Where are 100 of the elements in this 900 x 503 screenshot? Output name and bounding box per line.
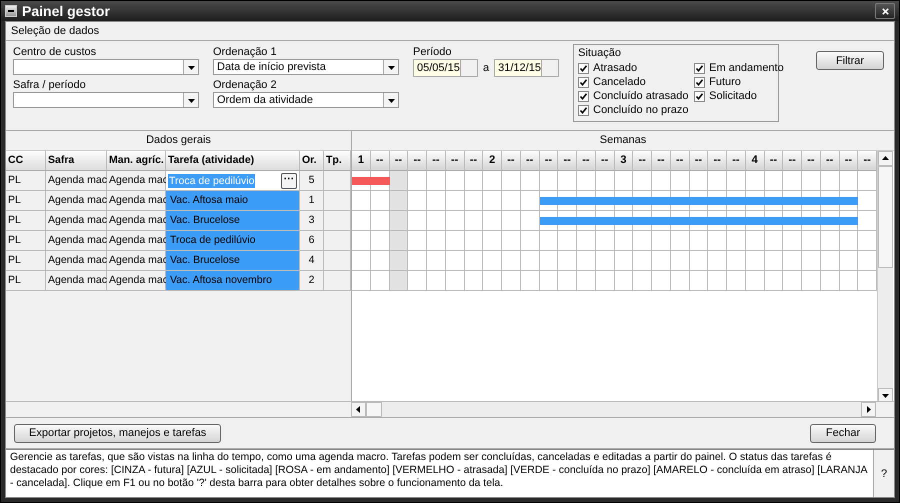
date-field[interactable]: 31/12/15 xyxy=(494,59,560,77)
table-cell: PL xyxy=(6,251,46,271)
table-cell: Agenda mac xyxy=(46,211,107,231)
table-cell: Agenda mac xyxy=(46,171,107,191)
column-header[interactable]: Tp. xyxy=(324,151,351,171)
checkbox[interactable] xyxy=(694,90,706,102)
table-cell xyxy=(324,251,351,271)
column-header[interactable]: -- xyxy=(820,151,840,171)
window-title: Painel gestor xyxy=(22,3,111,19)
column-header[interactable]: -- xyxy=(596,151,614,171)
column-header[interactable]: -- xyxy=(802,151,821,171)
scroll-up-icon xyxy=(882,155,889,162)
column-header[interactable]: -- xyxy=(670,151,690,171)
column-header[interactable]: CC xyxy=(6,151,46,171)
column-header[interactable]: -- xyxy=(708,151,727,171)
table-cell: Vac. Aftosa novembro xyxy=(166,271,300,291)
column-header[interactable]: -- xyxy=(427,151,446,171)
dropdown-field[interactable] xyxy=(13,59,199,75)
ellipsis-button[interactable]: ··· xyxy=(281,172,297,188)
scroll-right-icon xyxy=(865,406,872,413)
scroll-down-icon xyxy=(882,392,889,399)
field-label: Período xyxy=(413,45,453,58)
checkbox[interactable] xyxy=(578,76,590,88)
text-field[interactable]: Troca de pedilúvio ··· xyxy=(166,171,300,191)
caret-icon xyxy=(388,64,394,70)
date-field[interactable]: 05/05/15 xyxy=(413,59,478,77)
checkbox-label: Concluído atrasado xyxy=(593,90,689,102)
table-cell: 4 xyxy=(300,251,324,271)
panel-title: Situação xyxy=(578,47,622,61)
table-cell: Agenda mac xyxy=(46,271,107,291)
column-header[interactable]: 4 xyxy=(746,151,764,171)
column-header[interactable]: -- xyxy=(652,151,671,171)
column-header[interactable]: -- xyxy=(727,151,746,171)
table-cell xyxy=(324,191,351,211)
export-button[interactable]: Exportar projetos, manejos e tarefas xyxy=(14,424,222,442)
checkbox[interactable] xyxy=(578,90,590,102)
checkbox-label: Atrasado xyxy=(593,62,638,74)
table-cell: Vac. Brucelose xyxy=(166,251,300,271)
table-cell xyxy=(324,271,351,291)
column-header[interactable]: -- xyxy=(858,151,877,171)
column-header[interactable]: -- xyxy=(502,151,521,171)
column-header[interactable]: 3 xyxy=(614,151,634,171)
range-separator: a xyxy=(483,62,490,74)
table-cell: PL xyxy=(6,191,46,211)
column-header[interactable]: -- xyxy=(464,151,484,171)
column-header[interactable]: -- xyxy=(690,151,708,171)
close-icon[interactable] xyxy=(875,3,895,19)
column-header[interactable]: -- xyxy=(558,151,577,171)
column-header[interactable]: Or. xyxy=(300,151,324,171)
dropdown-field[interactable]: Ordem da atividade xyxy=(213,92,399,108)
column-header[interactable]: 2 xyxy=(483,151,502,171)
scrollbar-thumb[interactable] xyxy=(878,166,893,268)
table-cell: 2 xyxy=(300,271,324,291)
table-cell: PL xyxy=(6,271,46,291)
filter-button[interactable]: Filtrar xyxy=(816,51,884,70)
column-header[interactable]: -- xyxy=(633,151,652,171)
dropdown-field[interactable] xyxy=(13,92,199,108)
column-header[interactable]: -- xyxy=(840,151,858,171)
column-header[interactable]: -- xyxy=(540,151,558,171)
vertical-scrollbar[interactable] xyxy=(877,151,893,403)
table-cell xyxy=(324,231,351,251)
section-title: Seleção de dados xyxy=(11,25,100,37)
field-label: Ordenação 2 xyxy=(213,78,278,91)
column-header[interactable]: -- xyxy=(577,151,596,171)
table-cell: PL xyxy=(6,231,46,251)
minimize-icon[interactable] xyxy=(5,5,17,17)
column-header[interactable]: -- xyxy=(408,151,427,171)
table-cell: Vac. Brucelose xyxy=(166,211,300,231)
checkbox-label: Solicitado xyxy=(709,90,757,102)
field-label: Centro de custos xyxy=(13,45,98,58)
column-header[interactable]: 1 xyxy=(352,151,371,171)
table-cell: Troca de pedilúvio xyxy=(166,231,300,251)
table-cell: 5 xyxy=(300,171,324,191)
column-header[interactable]: Safra xyxy=(46,151,107,171)
checkbox[interactable] xyxy=(694,76,706,88)
field-label: Ordenação 1 xyxy=(213,45,278,58)
column-header[interactable]: Man. agríc. xyxy=(107,151,166,171)
caret-icon xyxy=(188,64,194,70)
checkbox[interactable] xyxy=(694,62,706,74)
dropdown-field[interactable]: Data de início prevista xyxy=(213,59,399,75)
checkbox[interactable] xyxy=(578,104,590,116)
column-header[interactable]: -- xyxy=(446,151,464,171)
checkbox[interactable] xyxy=(578,62,590,74)
column-header[interactable]: -- xyxy=(370,151,390,171)
column-group-header: Semanas xyxy=(352,131,894,151)
column-header[interactable]: -- xyxy=(764,151,784,171)
close-button[interactable]: Fechar xyxy=(810,424,876,442)
scrollbar-thumb[interactable] xyxy=(366,402,382,417)
checkbox-label: Futuro xyxy=(709,76,741,88)
column-header[interactable]: -- xyxy=(390,151,408,171)
help-button[interactable]: ? xyxy=(874,450,894,497)
column-header[interactable]: Tarefa (atividade) xyxy=(166,151,300,171)
column-header[interactable]: -- xyxy=(783,151,802,171)
horizontal-scrollbar[interactable] xyxy=(351,402,876,417)
table-cell: Agenda mac xyxy=(46,231,107,251)
caret-icon xyxy=(188,96,194,104)
checkbox-label: Cancelado xyxy=(593,76,646,88)
table-cell xyxy=(324,211,351,231)
table-cell: 1 xyxy=(300,191,324,211)
column-header[interactable]: -- xyxy=(520,151,540,171)
